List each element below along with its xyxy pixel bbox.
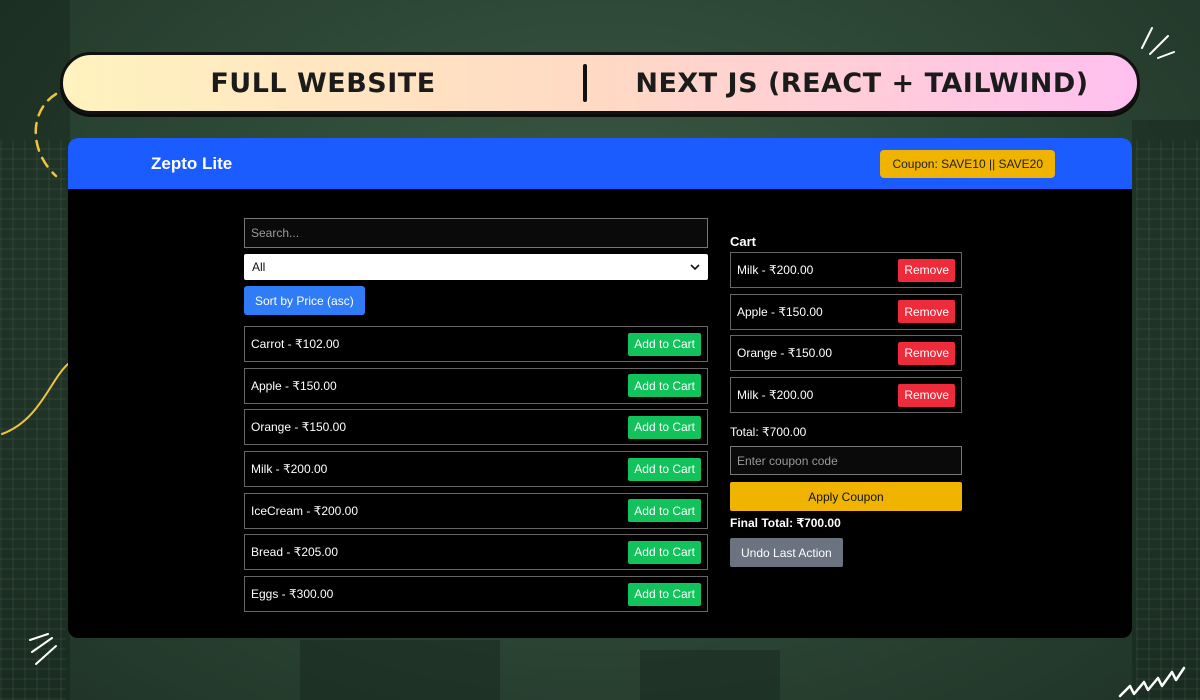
add-to-cart-button[interactable]: Add to Cart [628, 374, 701, 398]
product-label: Bread - ₹205.00 [251, 545, 339, 560]
search-input[interactable] [244, 218, 708, 248]
zigzag-decoration [1118, 666, 1186, 698]
coupon-code-input[interactable] [730, 446, 962, 476]
chevron-down-icon [690, 264, 700, 271]
product-panel: All Sort by Price (asc) Carrot - ₹102.00… [244, 218, 708, 618]
remove-button[interactable]: Remove [898, 300, 955, 324]
remove-button[interactable]: Remove [898, 341, 955, 365]
add-to-cart-button[interactable]: Add to Cart [628, 582, 701, 606]
cart-panel: Cart Milk - ₹200.00 Remove Apple - ₹150.… [730, 234, 962, 568]
background-windows [1136, 140, 1200, 700]
product-label: IceCream - ₹200.00 [251, 503, 359, 518]
final-total: Final Total: ₹700.00 [730, 516, 841, 531]
cart-item: Apple - ₹150.00 Remove [730, 293, 962, 330]
sort-by-price-button[interactable]: Sort by Price (asc) [244, 286, 365, 315]
cart-item: Milk - ₹200.00 Remove [730, 252, 962, 288]
product-label: Carrot - ₹102.00 [251, 337, 340, 351]
cart-total: Total: ₹700.00 [730, 425, 807, 440]
undo-last-action-button[interactable]: Undo Last Action [730, 538, 843, 568]
product-row: Milk - ₹200.00 Add to Cart [244, 451, 708, 488]
product-row: Bread - ₹205.00 Add to Cart [244, 534, 708, 571]
brand-logo-text[interactable]: Zepto Lite [151, 154, 232, 174]
background-building [640, 650, 780, 700]
product-row: Carrot - ₹102.00 Add to Cart [244, 326, 708, 362]
cart-item: Orange - ₹150.00 Remove [730, 335, 962, 372]
add-to-cart-button[interactable]: Add to Cart [628, 457, 701, 481]
cart-item: Milk - ₹200.00 Remove [730, 377, 962, 414]
navbar: Zepto Lite Coupon: SAVE10 || SAVE20 [68, 138, 1132, 189]
product-row: IceCream - ₹200.00 Add to Cart [244, 492, 708, 529]
app-window: Zepto Lite Coupon: SAVE10 || SAVE20 All … [68, 138, 1132, 638]
dashed-arc-decoration [34, 92, 58, 178]
product-label: Milk - ₹200.00 [251, 462, 328, 477]
category-select[interactable]: All [244, 254, 708, 280]
curve-decoration [1, 363, 69, 435]
title-banner: FULL WEBSITE NEXT JS (REACT + TAILWIND) [60, 52, 1140, 114]
background-building [300, 640, 500, 700]
spark-lines-decoration [29, 633, 57, 665]
product-row: Apple - ₹150.00 Add to Cart [244, 367, 708, 404]
coupon-badge: Coupon: SAVE10 || SAVE20 [880, 149, 1055, 178]
cart-item-label: Milk - ₹200.00 [737, 263, 814, 277]
product-row: Eggs - ₹300.00 Add to Cart [244, 576, 708, 613]
banner-left-text: FULL WEBSITE [210, 67, 436, 99]
banner-right-text: NEXT JS (REACT + TAILWIND) [635, 67, 1089, 99]
category-select-value: All [252, 260, 266, 274]
product-label: Orange - ₹150.00 [251, 420, 347, 435]
remove-button[interactable]: Remove [898, 258, 955, 282]
add-to-cart-button[interactable]: Add to Cart [628, 415, 701, 439]
product-list: Carrot - ₹102.00 Add to Cart Apple - ₹15… [244, 326, 708, 613]
cart-item-label: Milk - ₹200.00 [737, 388, 814, 403]
add-to-cart-button[interactable]: Add to Cart [628, 332, 701, 356]
product-row: Orange - ₹150.00 Add to Cart [244, 409, 708, 446]
add-to-cart-button[interactable]: Add to Cart [628, 540, 701, 564]
cart-title: Cart [730, 234, 757, 249]
apply-coupon-button[interactable]: Apply Coupon [730, 482, 962, 512]
cart-item-label: Apple - ₹150.00 [737, 304, 823, 319]
product-label: Apple - ₹150.00 [251, 378, 337, 393]
remove-button[interactable]: Remove [898, 383, 955, 407]
cart-item-label: Orange - ₹150.00 [737, 346, 833, 361]
add-to-cart-button[interactable]: Add to Cart [628, 499, 701, 523]
product-label: Eggs - ₹300.00 [251, 587, 334, 602]
spark-lines-decoration [1141, 27, 1175, 59]
